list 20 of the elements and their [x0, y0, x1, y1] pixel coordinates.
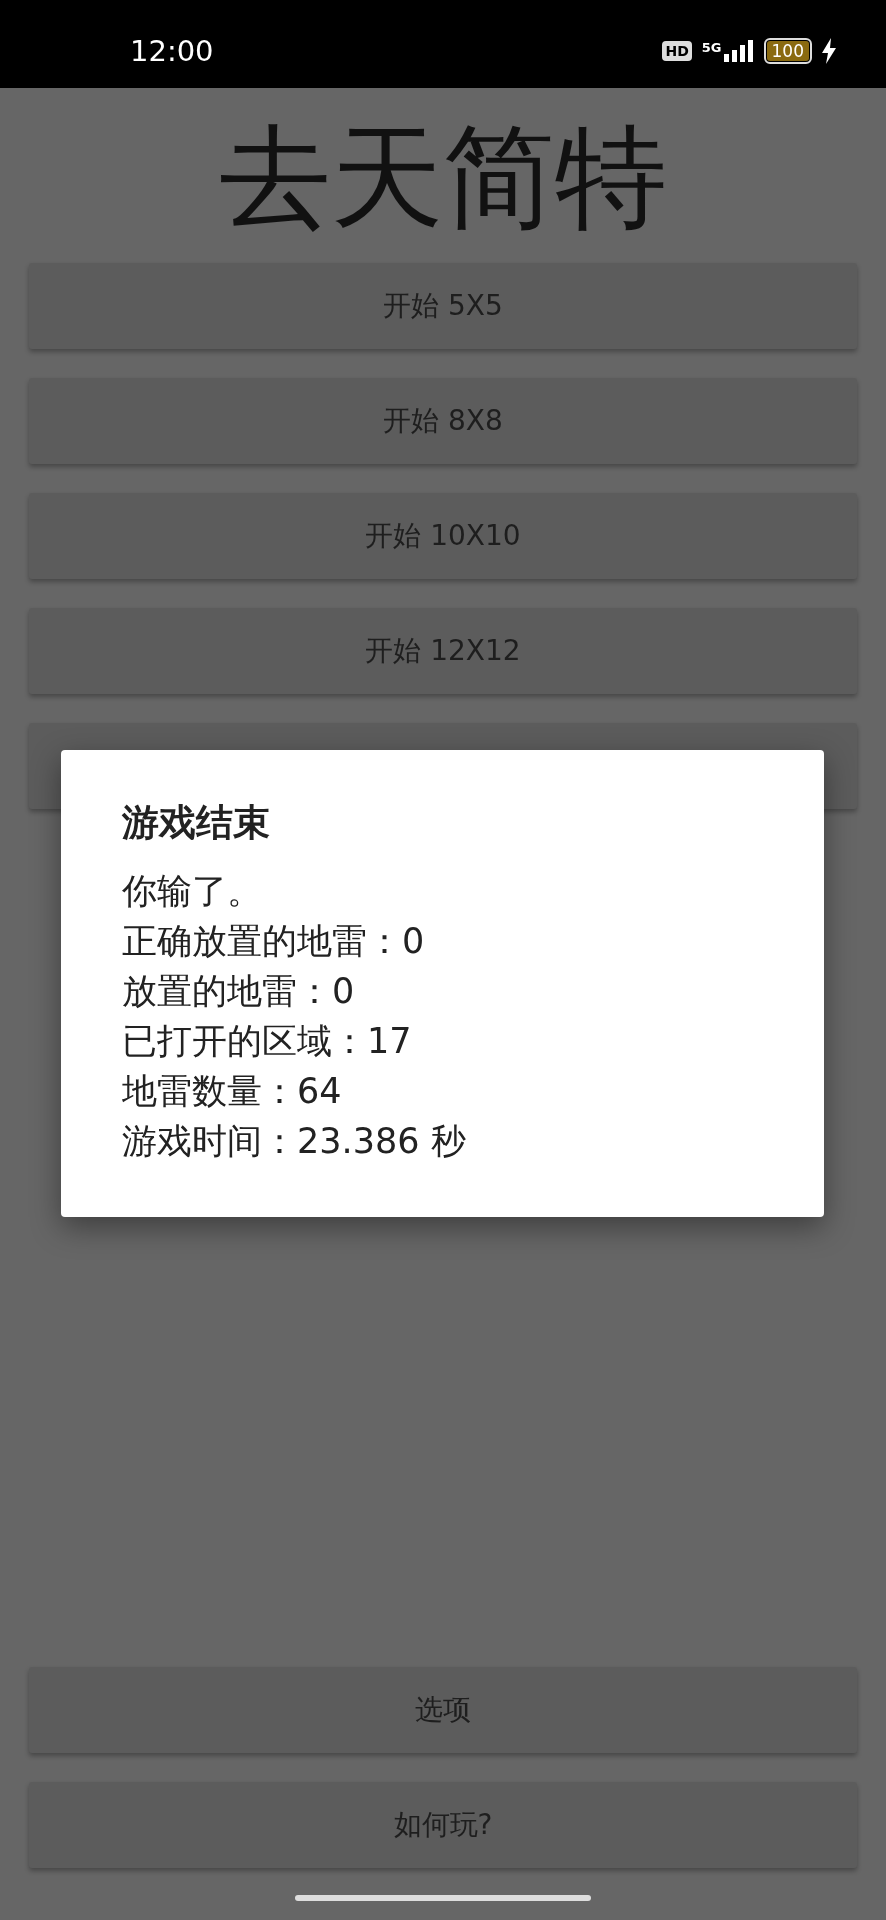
menu-button[interactable]: 如何玩? — [29, 1782, 857, 1868]
dialog-title: 游戏结束 — [122, 800, 271, 846]
home-indicator[interactable] — [295, 1895, 591, 1901]
menu-button[interactable]: 开始 5X5 — [29, 263, 857, 349]
result-line: 游戏时间：23.386 秒 — [122, 1120, 467, 1163]
battery-icon: 100 — [763, 38, 812, 64]
result-line: 你输了。 — [122, 870, 263, 913]
hd-badge: HD — [662, 41, 692, 61]
clock-time: 12:00 — [130, 34, 214, 68]
result-line: 已打开的区域：17 — [122, 1020, 413, 1063]
result-line: 放置的地雷：0 — [122, 970, 356, 1013]
menu-button[interactable]: 开始 8X8 — [29, 378, 857, 464]
menu-button[interactable]: 选项 — [29, 1667, 857, 1753]
menu-button[interactable]: 开始 12X12 — [29, 608, 857, 694]
result-line: 地雷数量：64 — [122, 1070, 343, 1113]
signal-icon — [723, 40, 754, 62]
result-line: 正确放置的地雷：0 — [122, 920, 426, 963]
network-label: 5G — [701, 40, 722, 55]
app-title: 去天简特 — [218, 111, 668, 244]
menu-button[interactable]: 开始 10X10 — [29, 493, 857, 579]
